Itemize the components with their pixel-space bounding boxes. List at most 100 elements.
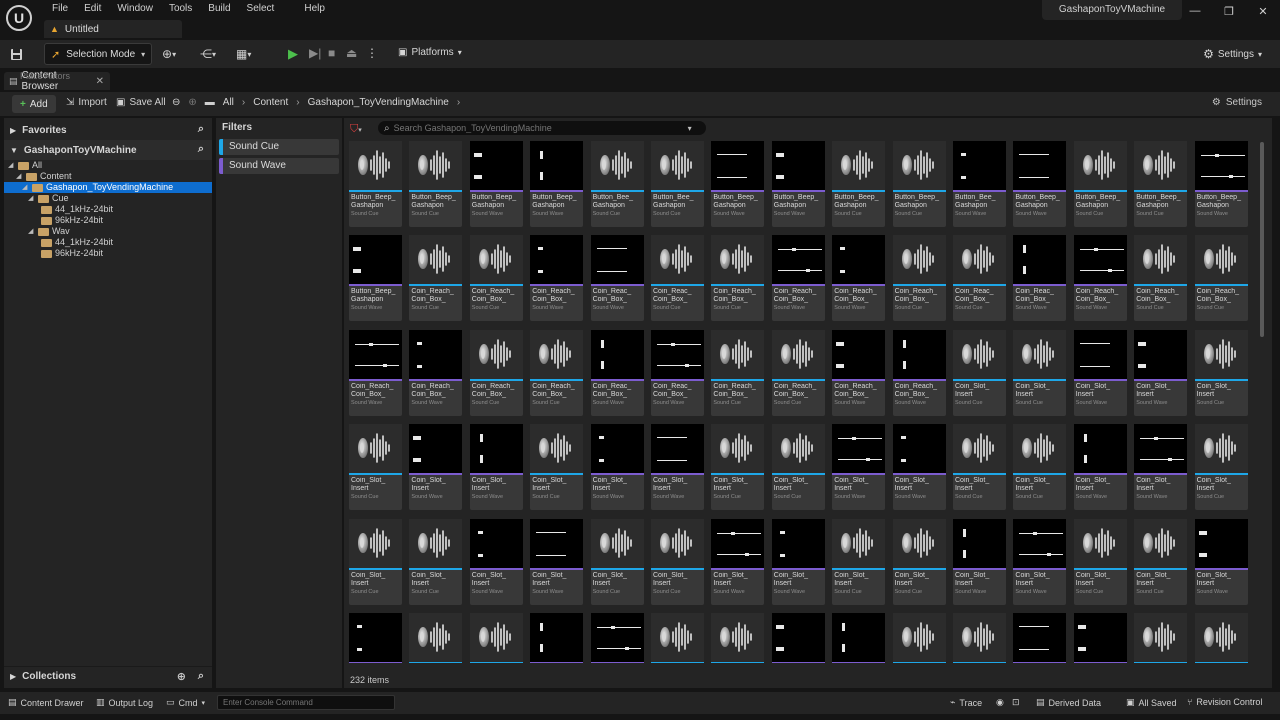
chevron-down-icon[interactable]: ▾ (688, 124, 692, 133)
menu-edit[interactable]: Edit (76, 2, 109, 16)
add-content-icon[interactable]: ⊕ ▾ (162, 45, 176, 63)
sound-wave-asset-tile[interactable]: Coin_Slot_ Insert Sound Wave (530, 518, 584, 605)
platforms-dropdown[interactable]: ▣ Platforms ▾ (398, 47, 462, 58)
sound-cue-asset-tile[interactable]: Button_Beep_ Gashapon Sound Cue (1073, 141, 1127, 227)
close-icon[interactable]: ✕ (96, 76, 104, 87)
sound-cue-asset-tile[interactable] (651, 613, 704, 663)
tree-node-content[interactable]: ◢ Content (4, 171, 212, 182)
sound-wave-asset-tile[interactable]: Coin_Slot_ Insert Sound Wave (771, 518, 825, 605)
sound-cue-asset-tile[interactable]: Coin_Slot_ Insert Sound Cue (1073, 518, 1127, 605)
all-saved-button[interactable]: ▣ All Saved (1126, 697, 1177, 708)
unreal-logo[interactable]: U (6, 5, 32, 31)
search-icon[interactable]: ⌕ (198, 143, 204, 156)
sound-cue-asset-tile[interactable]: Coin_Reach_ Coin_Box_ Sound Cue (711, 329, 765, 416)
tree-node-wav-44k[interactable]: 44_1kHz-24bit (4, 237, 212, 248)
sound-wave-asset-tile[interactable]: Coin_Reach_ Coin_Box_ Sound Wave (1073, 235, 1127, 322)
sound-cue-asset-tile[interactable]: Button_Beep_ Gashapon Sound Cue (409, 141, 463, 227)
derived-data-button[interactable]: ▤ Derived Data (1036, 697, 1101, 708)
menu-help[interactable]: Help (296, 2, 333, 16)
sound-cue-asset-tile[interactable]: Coin_Reach_ Coin_Box_ Sound Cue (1194, 235, 1248, 322)
play-icon[interactable]: ▶ (288, 46, 298, 62)
sound-wave-asset-tile[interactable] (832, 613, 886, 663)
sound-cue-asset-tile[interactable]: Button_Bee_ Gashapon Sound Cue (590, 141, 644, 227)
sound-wave-asset-tile[interactable]: Coin_Reac_ Coin_Box_ Sound Wave (1013, 235, 1067, 322)
asset-scrollbar[interactable] (1260, 142, 1264, 337)
sound-wave-asset-tile[interactable]: Coin_Slot_ Insert Sound Wave (469, 424, 523, 511)
sound-wave-asset-tile[interactable]: Coin_Slot_ Insert Sound Wave (409, 424, 463, 511)
history-back-icon[interactable]: ⊖ (172, 97, 180, 108)
sound-cue-asset-tile[interactable]: Button_Beep_ Gashapon Sound Cue (892, 141, 946, 227)
sound-wave-asset-tile[interactable]: Coin_Slot_ Insert Sound Wave (1013, 518, 1067, 605)
filter-sound-wave[interactable]: Sound Wave (219, 158, 339, 174)
sound-cue-asset-tile[interactable]: Coin_Reac_ Coin_Box_ Sound Cue (953, 235, 1006, 322)
sound-wave-asset-tile[interactable]: Coin_Reac_ Coin_Box_ Sound Wave (651, 329, 704, 416)
sound-cue-asset-tile[interactable]: Coin_Reach_ Coin_Box_ Sound Cue (409, 235, 463, 322)
sound-cue-asset-tile[interactable]: Button_Beep_ Gashapon Sound Cue (832, 141, 886, 227)
sound-cue-asset-tile[interactable]: Coin_Slot_ Insert Sound Cue (590, 518, 644, 605)
sound-cue-asset-tile[interactable]: Button_Beep_ Gashapon Sound Cue (1134, 141, 1188, 227)
sound-wave-asset-tile[interactable]: Button_Bee_ Gashapon Sound Wave (953, 141, 1006, 227)
sound-wave-asset-tile[interactable]: Button_Beep_ Gashapon Sound Wave (469, 141, 523, 227)
sound-wave-asset-tile[interactable] (1073, 613, 1127, 663)
tree-node-cue-96k[interactable]: 96kHz-24bit (4, 215, 212, 226)
console-command-input[interactable] (218, 696, 394, 709)
cmd-dropdown[interactable]: ▭ Cmd ▾ (166, 697, 205, 708)
sound-cue-asset-tile[interactable]: Coin_Slot_ Insert Sound Cue (1194, 329, 1248, 416)
search-icon[interactable]: ⌕ (198, 670, 204, 683)
filter-sound-cue[interactable]: Sound Cue (219, 139, 339, 155)
menu-tools[interactable]: Tools (161, 2, 200, 16)
sound-wave-asset-tile[interactable]: Coin_Slot_ Insert Sound Wave (1073, 424, 1127, 511)
sound-wave-asset-tile[interactable]: Button_Beep_ Gashapon Sound Wave (1013, 141, 1067, 227)
close-window-button[interactable]: ✕ (1246, 0, 1280, 22)
favorites-header[interactable]: ▶ Favorites ⌕ (4, 120, 212, 140)
sound-wave-asset-tile[interactable]: Coin_Reac_ Coin_Box_ Sound Wave (590, 329, 644, 416)
more-options-icon[interactable]: ⋮ (366, 46, 378, 60)
sound-cue-asset-tile[interactable] (711, 613, 765, 663)
sound-wave-asset-tile[interactable]: Coin_Slot_ Insert Sound Wave (711, 518, 765, 605)
menu-window[interactable]: Window (109, 2, 161, 16)
sound-cue-asset-tile[interactable]: Coin_Slot_ Insert Sound Cue (953, 329, 1006, 416)
asset-search-box[interactable]: ⌕ ▾ (378, 121, 706, 135)
sound-wave-asset-tile[interactable]: Button_Beep_ Gashapon Sound Wave (771, 141, 825, 227)
sound-wave-asset-tile[interactable]: Coin_Slot_ Insert Sound Wave (1073, 329, 1127, 416)
sound-cue-asset-tile[interactable]: Button_Bee_ Gashapon Sound Cue (651, 141, 704, 227)
tree-node-wav[interactable]: ◢ Wav (4, 226, 212, 237)
blueprint-icon[interactable]: ⋲ ▾ (200, 45, 216, 63)
sound-wave-asset-tile[interactable]: Coin_Slot_ Insert Sound Wave (832, 424, 886, 511)
sound-cue-asset-tile[interactable]: Coin_Reach_ Coin_Box_ Sound Cue (711, 235, 765, 322)
sound-cue-asset-tile[interactable]: Coin_Slot_ Insert Sound Cue (771, 424, 825, 511)
sound-cue-asset-tile[interactable]: Coin_Slot_ Insert Sound Cue (832, 518, 886, 605)
sound-cue-asset-tile[interactable]: Coin_Slot_ Insert Sound Cue (349, 518, 402, 605)
sound-cue-asset-tile[interactable]: Coin_Slot_ Insert Sound Cue (409, 518, 463, 605)
sound-wave-asset-tile[interactable]: Button_Beep_ Gashapon Sound Wave (530, 141, 584, 227)
sound-cue-asset-tile[interactable] (953, 613, 1006, 663)
sound-wave-asset-tile[interactable]: Coin_Reach_ Coin_Box_ Sound Wave (409, 329, 463, 416)
maximize-button[interactable]: ❐ (1212, 0, 1246, 22)
output-log-button[interactable]: ▥ Output Log (96, 697, 153, 708)
sound-cue-asset-tile[interactable]: Coin_Reach_ Coin_Box_ Sound Cue (1134, 235, 1188, 322)
sound-cue-asset-tile[interactable]: Button_Beep_ Gashapon Sound Cue (349, 141, 402, 227)
eject-icon[interactable]: ⏏ (346, 46, 357, 60)
add-button[interactable]: + Add (12, 95, 56, 113)
sound-cue-asset-tile[interactable] (892, 613, 946, 663)
sound-wave-asset-tile[interactable]: Coin_Slot_ Insert Sound Wave (1134, 329, 1188, 416)
sound-cue-asset-tile[interactable]: Coin_Slot_ Insert Sound Cue (892, 518, 946, 605)
breadcrumb-gashapon[interactable]: Gashapon_ToyVendingMachine (308, 97, 449, 108)
sound-cue-asset-tile[interactable]: Coin_Slot_ Insert Sound Cue (1013, 424, 1067, 511)
tree-node-all[interactable]: ◢ All (4, 160, 212, 171)
menu-build[interactable]: Build (200, 2, 238, 16)
sound-wave-asset-tile[interactable]: Button_Beep_ Gashapon Sound Wave (711, 141, 765, 227)
sound-wave-asset-tile[interactable]: Coin_Reach_ Coin_Box_ Sound Wave (349, 329, 402, 416)
tree-node-cue-44k[interactable]: 44_1kHz-24bit (4, 204, 212, 215)
sound-wave-asset-tile[interactable]: Coin_Slot_ Insert Sound Wave (651, 424, 704, 511)
sound-cue-asset-tile[interactable]: Coin_Slot_ Insert Sound Cue (1013, 329, 1067, 416)
menu-file[interactable]: File (44, 2, 76, 16)
content-browser-settings[interactable]: ⚙ Settings (1212, 97, 1262, 108)
sound-wave-asset-tile[interactable]: Coin_Slot_ Insert Sound Wave (892, 424, 946, 511)
sound-wave-asset-tile[interactable] (590, 613, 644, 663)
save-all-button[interactable]: ▣ Save All (116, 97, 166, 108)
sound-cue-asset-tile[interactable]: Coin_Slot_ Insert Sound Cue (1194, 424, 1248, 511)
sound-wave-asset-tile[interactable]: Coin_Reach_ Coin_Box_ Sound Wave (771, 235, 825, 322)
sound-cue-asset-tile[interactable] (469, 613, 523, 663)
sound-wave-asset-tile[interactable]: Coin_Reach_ Coin_Box_ Sound Wave (832, 235, 886, 322)
